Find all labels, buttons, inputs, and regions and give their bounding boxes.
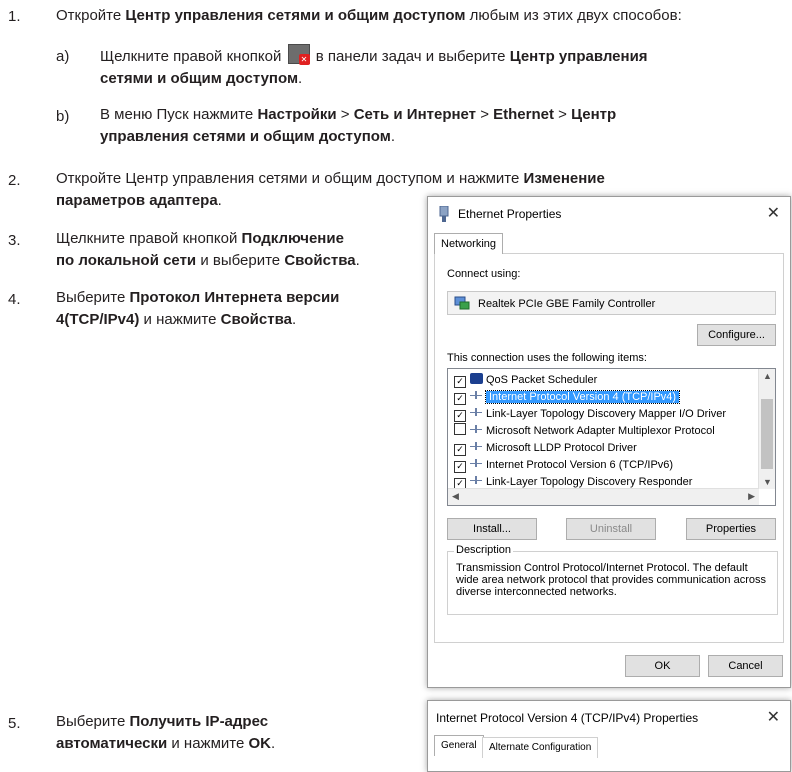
adapter-name: Realtek PCIe GBE Family Controller — [478, 298, 656, 310]
dialog-titlebar: Internet Protocol Version 4 (TCP/IPv4) P… — [428, 701, 790, 735]
substep-a-text: Щелкните правой кнопкой в панели задач и… — [100, 44, 780, 90]
checkbox[interactable]: ✓ — [454, 461, 466, 473]
list-item[interactable]: ✓ Internet Protocol Version 6 (TCP/IPv6) — [454, 457, 673, 474]
scroll-thumb[interactable] — [761, 399, 773, 469]
networking-panel: Connect using: Realtek PCIe GBE Family C… — [434, 253, 784, 643]
protocol-icon — [470, 425, 482, 433]
step-4-text: Выберите Протокол Интернета версии 4(TCP/… — [56, 289, 340, 328]
protocol-icon — [470, 442, 482, 450]
qos-icon — [470, 373, 483, 384]
item-label: Microsoft LLDP Protocol Driver — [486, 442, 637, 454]
step-5-number: 5. — [8, 715, 21, 732]
checkbox[interactable] — [454, 423, 466, 435]
ethernet-icon — [439, 206, 449, 222]
scroll-right-icon[interactable]: ▶ — [748, 491, 755, 502]
protocol-icon — [470, 459, 482, 467]
substep-b-letter: b) — [56, 108, 70, 125]
list-item[interactable]: ✓ Link-Layer Topology Discovery Mapper I/… — [454, 406, 726, 423]
checkbox[interactable]: ✓ — [454, 393, 466, 405]
description-title: Description — [454, 544, 514, 556]
step-4-number: 4. — [8, 291, 21, 308]
step-3-text: Щелкните правой кнопкой Подключение по ло… — [56, 230, 360, 269]
scroll-left-icon[interactable]: ◀ — [452, 491, 459, 502]
dialog-titlebar: Ethernet Properties ✕ — [428, 197, 790, 231]
items-listbox[interactable]: ✓ QoS Packet Scheduler ✓ Internet Protocol… — [447, 368, 776, 506]
checkbox[interactable]: ✓ — [454, 376, 466, 388]
scroll-up-icon[interactable]: ▲ — [763, 371, 772, 381]
substep-a-letter: a) — [56, 48, 70, 65]
ok-button[interactable]: OK — [625, 655, 700, 677]
configure-button[interactable]: Configure... — [697, 324, 776, 346]
item-label: Internet Protocol Version 6 (TCP/IPv6) — [486, 459, 674, 471]
connect-using-label: Connect using: — [447, 268, 521, 280]
item-label: Internet Protocol Version 4 (TCP/IPv4) — [484, 390, 681, 404]
ipv4-properties-dialog: Internet Protocol Version 4 (TCP/IPv4) P… — [427, 700, 791, 772]
item-label: Link-Layer Topology Discovery Mapper I/O… — [486, 408, 727, 420]
close-icon[interactable]: ✕ — [767, 707, 780, 727]
uninstall-button[interactable]: Uninstall — [566, 518, 656, 540]
step-5-text: Выберите Получить IP-адрес автоматически … — [56, 713, 276, 752]
checkbox[interactable]: ✓ — [454, 444, 466, 456]
ethernet-properties-dialog: Ethernet Properties ✕ Networking Connect… — [427, 196, 791, 688]
checkbox[interactable]: ✓ — [454, 410, 466, 422]
list-item[interactable]: ✓ Internet Protocol Version 4 (TCP/IPv4) — [454, 389, 681, 406]
protocol-icon — [470, 408, 482, 416]
dialog-title: Ethernet Properties — [458, 207, 562, 221]
protocol-icon — [470, 476, 482, 484]
horizontal-scrollbar[interactable]: ◀ ▶ — [448, 488, 759, 505]
item-label: QoS Packet Scheduler — [486, 374, 598, 386]
item-label: Link-Layer Topology Discovery Responder — [486, 476, 693, 488]
tab-general[interactable]: General — [434, 735, 484, 756]
adapter-field: Realtek PCIe GBE Family Controller — [447, 291, 776, 315]
network-adapter-icon — [454, 296, 470, 310]
step-2-number: 2. — [8, 172, 21, 189]
vertical-scrollbar[interactable]: ▲ ▼ — [758, 369, 775, 489]
properties-button[interactable]: Properties — [686, 518, 776, 540]
dialog-title: Internet Protocol Version 4 (TCP/IPv4) P… — [436, 711, 699, 725]
close-icon[interactable]: ✕ — [767, 203, 780, 223]
install-button[interactable]: Install... — [447, 518, 537, 540]
tab-networking[interactable]: Networking — [434, 233, 504, 254]
item-label: Microsoft Network Adapter Multiplexor Pr… — [486, 425, 715, 437]
scroll-down-icon[interactable]: ▼ — [763, 477, 772, 487]
cancel-button[interactable]: Cancel — [708, 655, 783, 677]
description-group: Description Transmission Control Protoco… — [447, 544, 778, 615]
tab-alternate-configuration[interactable]: Alternate Configuration — [482, 737, 599, 758]
step-1-text: Откройте Центр управления сетями и общим… — [56, 7, 682, 24]
list-item[interactable]: ✓ Microsoft LLDP Protocol Driver — [454, 440, 637, 457]
protocol-icon — [470, 391, 482, 399]
step-3-number: 3. — [8, 232, 21, 249]
network-tray-icon — [287, 44, 310, 65]
description-text: Transmission Control Protocol/Internet P… — [456, 562, 766, 598]
step-1-number: 1. — [8, 8, 21, 25]
document-page: 1. Откройте Центр управления сетями и об… — [0, 0, 792, 772]
list-item[interactable]: ✓ QoS Packet Scheduler — [454, 372, 597, 389]
substep-b-text: В меню Пуск нажмите Настройки > Сеть и И… — [100, 106, 617, 145]
list-item[interactable]: Microsoft Network Adapter Multiplexor Pr… — [454, 423, 715, 440]
items-label: This connection uses the following items… — [447, 352, 647, 364]
